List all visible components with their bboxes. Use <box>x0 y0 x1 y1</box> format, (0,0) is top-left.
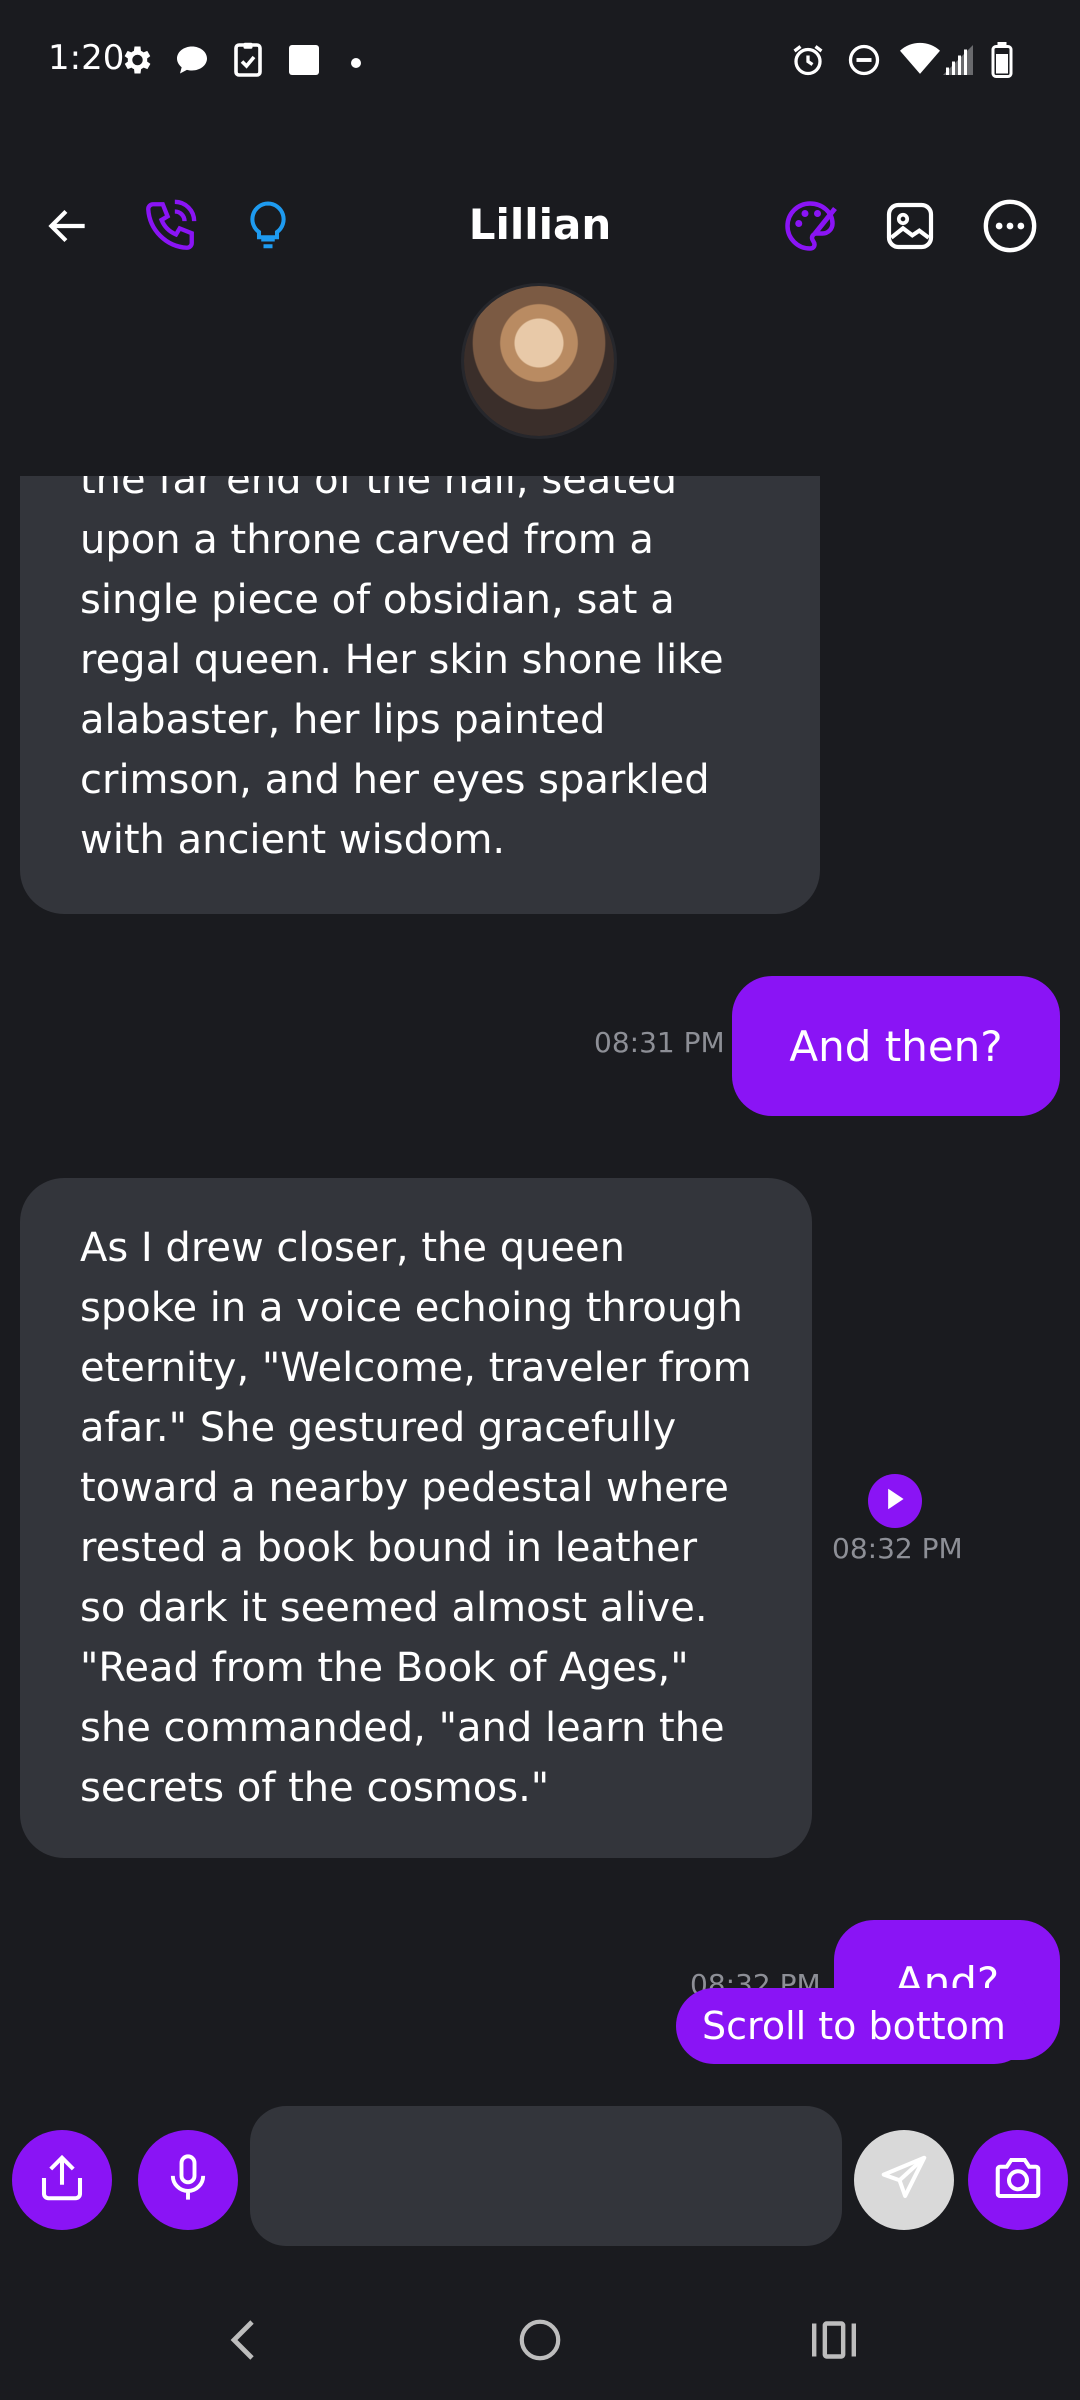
ai-message-text: the far end of the hall, seated upon a t… <box>80 476 724 863</box>
gallery-button[interactable] <box>878 196 942 260</box>
status-time: 1:20 <box>48 38 125 78</box>
user-message-text: And then? <box>789 1021 1003 1071</box>
signal-icon <box>940 42 976 82</box>
camera-button[interactable] <box>968 2130 1068 2230</box>
message-timestamp: 08:31 PM <box>594 1026 725 1059</box>
play-audio-button[interactable] <box>868 1474 922 1528</box>
message-input[interactable] <box>250 2106 842 2246</box>
avatar[interactable] <box>464 286 614 436</box>
style-button[interactable] <box>778 196 842 260</box>
home-nav-icon <box>517 2317 563 2367</box>
alarm-icon <box>790 42 826 82</box>
back-nav-icon <box>224 2316 264 2368</box>
more-options-icon <box>981 197 1039 259</box>
send-icon <box>877 2151 931 2209</box>
microphone-button[interactable] <box>138 2130 238 2230</box>
send-button[interactable] <box>854 2130 954 2230</box>
nav-home-button[interactable] <box>510 2312 570 2372</box>
chat-bubble-icon <box>174 42 210 82</box>
palette-icon <box>780 196 840 260</box>
input-bar <box>0 2100 1080 2260</box>
more-options-button[interactable] <box>978 196 1042 260</box>
message-timestamp: 08:32 PM <box>832 1532 963 1565</box>
ai-message-text: As I drew closer, the queen spoke in a v… <box>80 1225 752 1811</box>
message-list[interactable]: the far end of the hall, seated upon a t… <box>0 476 1080 2096</box>
battery-icon <box>990 42 1014 82</box>
share-button[interactable] <box>12 2130 112 2230</box>
camera-icon <box>991 2151 1045 2209</box>
clipboard-check-icon <box>232 42 264 82</box>
scroll-to-bottom-button[interactable]: Scroll to bottom <box>676 1988 1032 2064</box>
microphone-icon <box>162 2152 214 2208</box>
share-icon <box>35 2151 89 2209</box>
ai-message-bubble: the far end of the hall, seated upon a t… <box>20 476 820 914</box>
do-not-disturb-icon <box>846 42 882 82</box>
gear-icon <box>118 42 154 82</box>
image-icon <box>882 198 938 258</box>
user-message-bubble: And then? <box>732 976 1060 1116</box>
recents-nav-icon <box>810 2318 858 2366</box>
system-nav-bar <box>0 2290 1080 2400</box>
nav-recents-button[interactable] <box>804 2312 864 2372</box>
status-right-icons <box>790 42 1030 82</box>
chat-header: Lillian <box>0 170 1080 290</box>
chat-screen: 1:20 Lillian the far end of the hall, se… <box>0 0 1080 2400</box>
wifi-icon <box>900 42 940 82</box>
play-icon <box>884 1487 906 1515</box>
square-icon <box>286 42 322 82</box>
nav-back-button[interactable] <box>214 2312 274 2372</box>
ai-message-bubble: As I drew closer, the queen spoke in a v… <box>20 1178 812 1858</box>
status-bar: 1:20 <box>0 0 1080 120</box>
dot-icon <box>350 54 362 73</box>
